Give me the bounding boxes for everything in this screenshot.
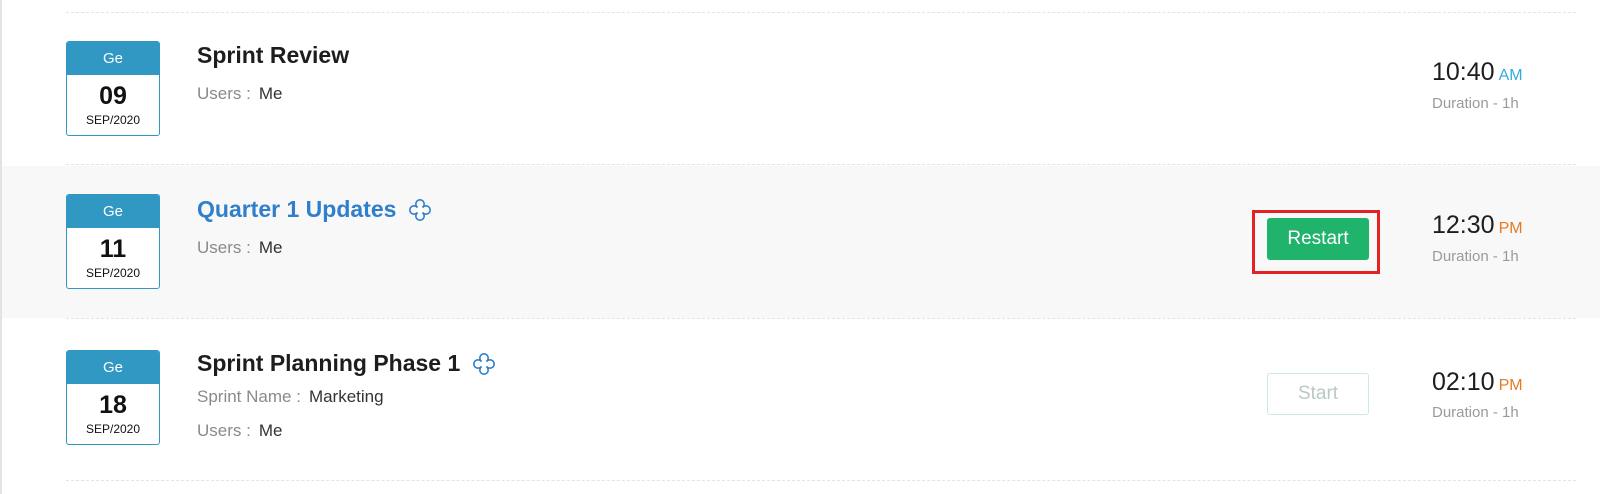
meeting-title: Sprint Review: [197, 42, 349, 69]
divider: [66, 164, 1576, 165]
users-value: Me: [258, 84, 283, 103]
time-value: 12:30: [1432, 211, 1495, 239]
divider: [66, 480, 1576, 481]
date-month-year: SEP/2020: [85, 113, 141, 127]
meeting-sprint: Sprint Name : Marketing: [197, 387, 384, 407]
date-badge: Ge 11 SEP/2020: [66, 194, 160, 289]
recurring-icon: [473, 352, 496, 375]
date-month-year: SEP/2020: [85, 266, 141, 280]
users-label: Users :: [197, 84, 251, 103]
meeting-duration: Duration - 1h: [1432, 404, 1519, 421]
sprint-label: Sprint Name :: [197, 387, 301, 406]
users-label: Users :: [197, 421, 251, 440]
meeting-users: Users : Me: [197, 421, 282, 441]
recurring-icon: [409, 198, 432, 221]
meeting-list: Ge 09 SEP/2020 Sprint Review Users : Me 1…: [0, 0, 1600, 494]
meeting-duration: Duration - 1h: [1432, 248, 1519, 265]
date-day: 09: [99, 82, 127, 110]
meeting-time: 10:40 AM: [1432, 58, 1523, 87]
meeting-users: Users : Me: [197, 238, 282, 258]
date-day: 11: [99, 235, 127, 263]
date-badge: Ge 18 SEP/2020: [66, 350, 160, 445]
time-value: 02:10: [1432, 368, 1495, 396]
date-weekday: Ge: [67, 42, 159, 75]
time-value: 10:40: [1432, 58, 1495, 86]
time-ampm: PM: [1498, 377, 1523, 394]
users-value: Me: [258, 421, 283, 440]
meeting-title-text: Sprint Review: [197, 42, 350, 68]
date-badge: Ge 09 SEP/2020: [66, 41, 160, 136]
meeting-title[interactable]: Quarter 1 Updates: [197, 196, 432, 223]
time-ampm: PM: [1498, 220, 1523, 237]
highlight-box: [1252, 210, 1380, 274]
date-weekday: Ge: [67, 351, 159, 384]
meeting-time: 12:30 PM: [1432, 211, 1523, 240]
users-value: Me: [258, 238, 283, 257]
meeting-title-text[interactable]: Quarter 1 Updates: [197, 196, 396, 223]
sprint-value: Marketing: [308, 387, 384, 406]
time-ampm: AM: [1498, 67, 1523, 84]
meeting-title: Sprint Planning Phase 1: [197, 350, 496, 377]
meeting-row[interactable]: Ge 18 SEP/2020 Sprint Planning Phase 1 S…: [2, 320, 1600, 480]
meeting-row[interactable]: Ge 09 SEP/2020 Sprint Review Users : Me 1…: [2, 14, 1600, 164]
date-month-year: SEP/2020: [85, 422, 141, 436]
meeting-title-text: Sprint Planning Phase 1: [197, 350, 461, 376]
meeting-duration: Duration - 1h: [1432, 95, 1519, 112]
divider: [66, 318, 1576, 319]
meeting-users: Users : Me: [197, 84, 282, 104]
divider: [66, 12, 1576, 13]
date-day: 18: [99, 391, 127, 419]
users-label: Users :: [197, 238, 251, 257]
date-weekday: Ge: [67, 195, 159, 228]
meeting-time: 02:10 PM: [1432, 368, 1523, 397]
start-button[interactable]: Start: [1267, 373, 1369, 415]
